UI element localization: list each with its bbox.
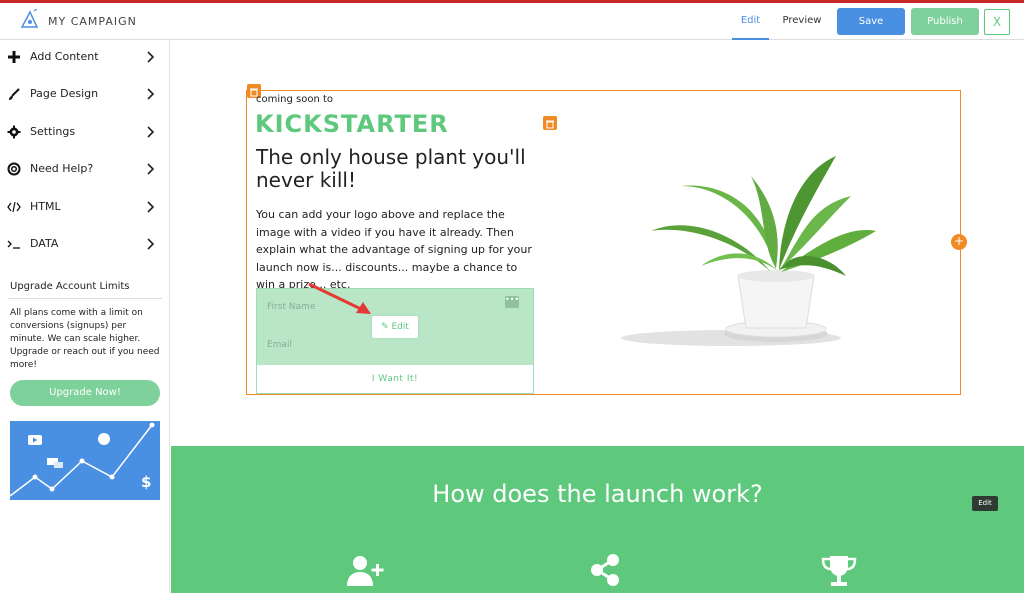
share-icon[interactable] [585,550,625,590]
app-title: MY CAMPAIGN [48,15,137,28]
sidebar-item-label: Settings [30,125,76,138]
delete-element-button[interactable] [543,116,557,130]
sidebar-item-label: Page Design [30,87,99,100]
signup-form[interactable]: First Name ••• Email I Want It! [256,288,534,394]
chevron-right-icon [147,51,155,63]
save-button[interactable]: Save [837,8,905,35]
code-icon [7,201,21,213]
chevron-right-icon [147,88,155,100]
add-user-icon[interactable] [345,550,385,590]
sidebar-item-html[interactable]: HTML [0,192,170,222]
top-bar: MY CAMPAIGN Edit Preview Save Publish X [0,0,1024,40]
upgrade-now-button[interactable]: Upgrade Now! [10,380,160,406]
sidebar-item-page-design[interactable]: Page Design [0,79,170,109]
edit-pencil-icon: ✎ [381,322,392,332]
promo-illustration: $ [10,421,160,500]
trophy-icon[interactable] [819,550,859,590]
launch-section[interactable]: How does the launch work? Edit [171,446,1024,593]
sidebar-item-data[interactable]: DATA [0,229,170,259]
house-plant-image[interactable] [611,136,881,356]
app-logo-icon [20,9,39,28]
launch-section-title[interactable]: How does the launch work? [171,480,1024,508]
gear-icon [7,125,21,139]
chevron-right-icon [147,126,155,138]
lifebuoy-icon [7,162,21,176]
upgrade-text: All plans come with a limit on conversio… [10,308,160,370]
upgrade-title: Upgrade Account Limits [10,281,130,292]
tab-edit[interactable]: Edit [732,3,769,40]
more-options-icon[interactable]: ••• [505,296,519,308]
edit-form-button[interactable]: ✎ Edit [372,316,418,338]
hero-body-text[interactable]: You can add your logo above and replace … [256,206,536,294]
terminal-icon [7,240,20,249]
sidebar: Add Content Page Design Settings Need He… [0,40,170,593]
hero-headline[interactable]: The only house plant you'll never kill! [256,146,536,192]
svg-text:$: $ [141,473,151,491]
sidebar-item-label: HTML [30,200,61,213]
email-placeholder: Email [267,340,292,350]
sidebar-item-need-help[interactable]: Need Help? [0,154,170,184]
divider [8,298,162,299]
sidebar-item-label: Need Help? [30,162,94,175]
tab-preview[interactable]: Preview [778,3,826,40]
add-column-button[interactable]: + [951,234,967,250]
chevron-right-icon [147,238,155,250]
trash-icon [546,120,554,129]
coming-soon-text[interactable]: coming soon to [256,94,333,105]
kickstarter-logo[interactable]: KICKSTARTER [255,110,449,138]
chevron-right-icon [147,201,155,213]
publish-button[interactable]: Publish [911,8,979,35]
sidebar-item-label: DATA [30,237,59,250]
edit-tooltip[interactable]: Edit [972,496,998,511]
growth-chart-illustration: $ [10,421,160,500]
editor-canvas: + coming soon to KICKSTARTER The only ho… [171,40,1024,593]
submit-button[interactable]: I Want It! [257,366,533,393]
sidebar-item-label: Add Content [30,50,99,63]
close-button[interactable]: X [984,9,1010,35]
red-arrow-annotation [308,282,371,314]
sidebar-item-add-content[interactable]: Add Content [0,42,170,72]
brush-icon [9,88,20,100]
chevron-right-icon [147,163,155,175]
plus-icon [8,51,20,63]
sidebar-item-settings[interactable]: Settings [0,117,170,147]
edit-chip-label: Edit [391,322,409,332]
